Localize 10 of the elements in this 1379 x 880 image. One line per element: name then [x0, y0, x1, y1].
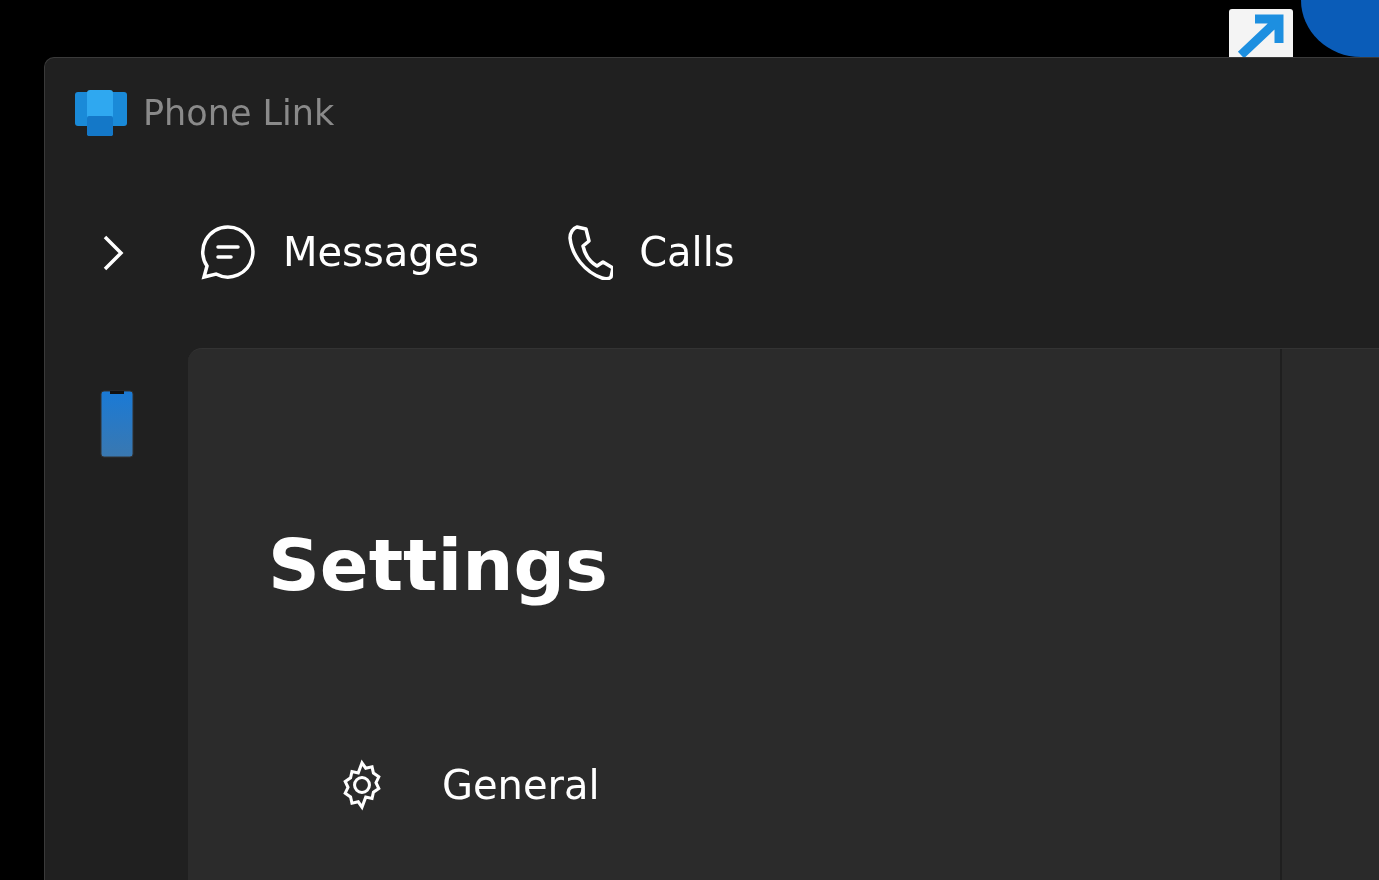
window-title: Phone Link [143, 93, 335, 133]
phone-device-icon[interactable] [99, 390, 134, 458]
nav-tab[interactable]: Messages [199, 215, 480, 291]
shortcut-arrow-icon [1227, 7, 1295, 57]
settings-nav-item[interactable]: General [324, 750, 610, 819]
nav-tab[interactable]: Calls [567, 215, 735, 291]
phone-icon [567, 223, 614, 280]
app-logo-icon [75, 88, 127, 138]
chat-icon [199, 223, 257, 280]
page-title: Settings [268, 522, 608, 609]
